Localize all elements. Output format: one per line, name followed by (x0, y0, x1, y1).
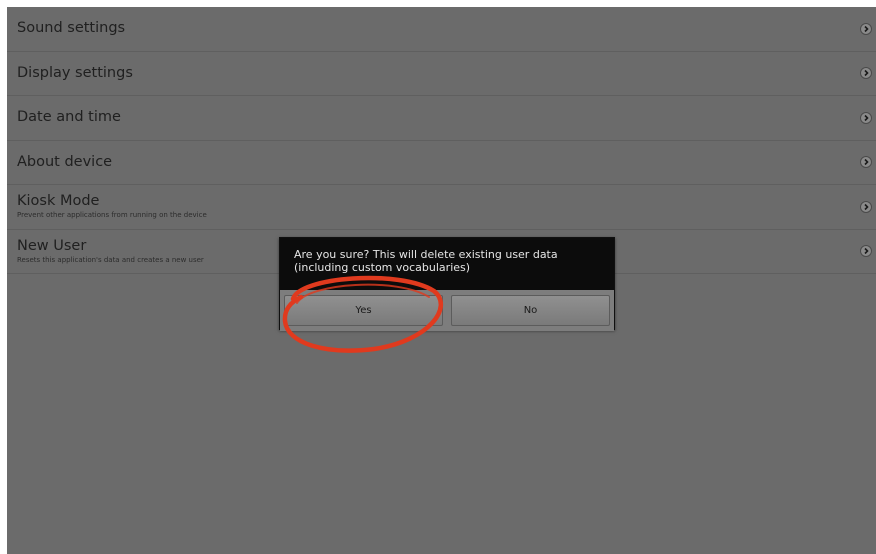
dialog-message: Are you sure? This will delete existing … (280, 238, 614, 290)
settings-item-sound[interactable]: Sound settings (7, 7, 876, 52)
dialog-button-bar: Yes No (280, 290, 614, 331)
settings-item-kiosk-mode[interactable]: Kiosk Mode Prevent other applications fr… (7, 185, 876, 230)
settings-item-title: Sound settings (17, 20, 126, 37)
settings-item-title: Display settings (17, 64, 133, 81)
settings-item-display[interactable]: Display settings (7, 52, 876, 96)
settings-item-subtitle: Prevent other applications from running … (17, 211, 207, 220)
no-button[interactable]: No (451, 295, 610, 326)
settings-item-about[interactable]: About device (7, 141, 876, 185)
settings-item-title: Date and time (17, 109, 121, 126)
confirm-dialog: Are you sure? This will delete existing … (279, 237, 615, 331)
settings-list: Sound settings Display settings Date and… (7, 7, 876, 274)
settings-screen: Sound settings Display settings Date and… (7, 7, 876, 554)
settings-item-title: Kiosk Mode (17, 193, 100, 210)
settings-item-title: About device (17, 153, 113, 170)
yes-button[interactable]: Yes (284, 295, 443, 326)
chevron-right-icon (860, 200, 872, 213)
chevron-right-icon (860, 22, 872, 35)
chevron-right-icon (860, 111, 872, 124)
settings-item-date-time[interactable]: Date and time (7, 96, 876, 141)
